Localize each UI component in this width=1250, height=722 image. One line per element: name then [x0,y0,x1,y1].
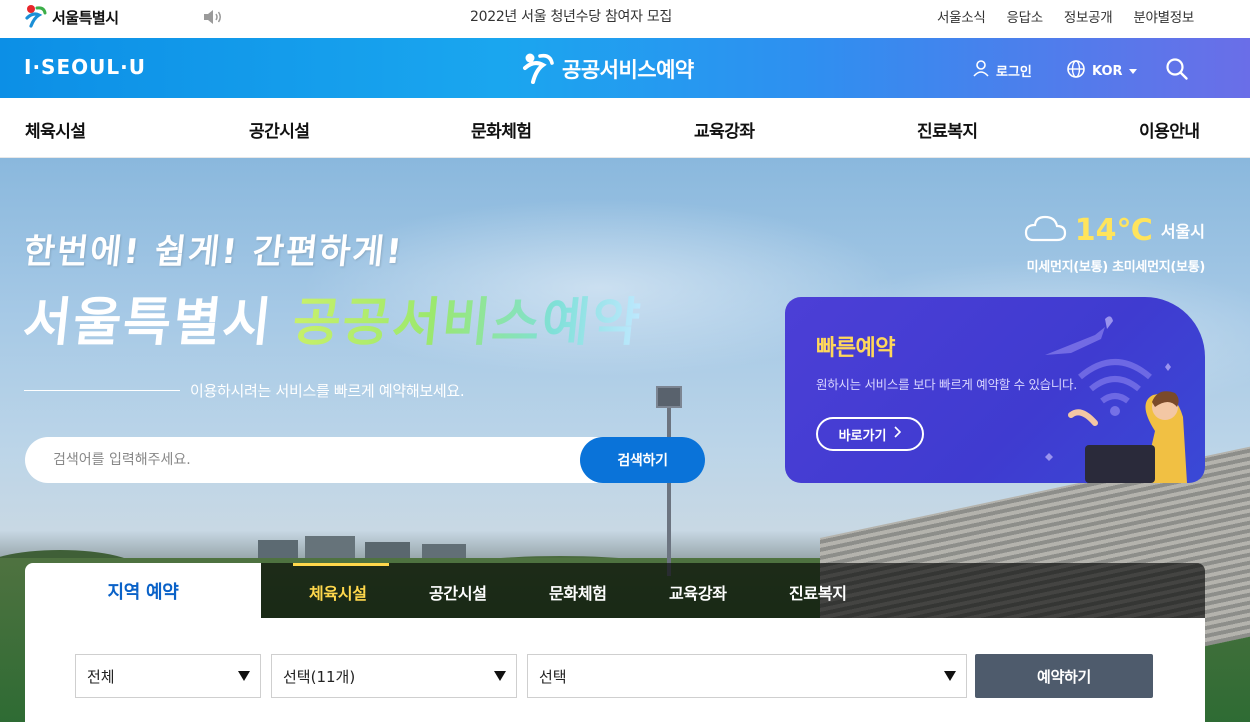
login-label: 로그인 [996,64,1032,80]
quick-go-label: 바로가기 [838,428,887,444]
region-reservation-form: 전체 선택(11개) 선택 예약하기 [25,618,1205,722]
main-nav: 체육시설 공간시설 문화체험 교육강좌 진료복지 이용안내 [0,98,1250,158]
tab-space-facility[interactable]: 공간시설 [429,580,487,604]
category-select-value: 선택(11개) [283,667,356,686]
reserve-button[interactable]: 예약하기 [975,654,1153,698]
tab-culture[interactable]: 문화체험 [549,580,607,604]
hero-light-pole [667,396,671,576]
site-header: I·SEOUL·U 공공서비스예약 로그인 KOR [0,38,1250,98]
tab-education[interactable]: 교육강좌 [669,580,727,604]
category-select[interactable]: 선택(11개) [271,654,517,698]
dropdown-arrow-icon [238,671,250,681]
cloud-icon [1023,213,1067,247]
quick-reservation-title: 빠른예약 [816,336,895,361]
quick-go-button[interactable]: 바로가기 [816,417,924,451]
hero-section: 한번에! 쉽게! 간편하게! 서울특별시 공공서비스예약 이용하시려는 서비스를… [0,158,1250,722]
toplink-info-disclosure[interactable]: 정보공개 [1064,6,1113,26]
toplink-seoul-news[interactable]: 서울소식 [937,6,986,26]
region-reservation-panel: 지역 예약 체육시설 공간시설 문화체험 교육강좌 진료복지 전체 선택(11개… [25,563,1205,722]
toplink-field-info[interactable]: 분야별정보 [1133,6,1194,26]
category-tabs: 체육시설 공간시설 문화체험 교육강좌 진료복지 [261,563,1205,618]
top-utility-bar: 서울특별시 2022년 서울 청년수당 참여자 모집 서울소식 응답소 정보공개… [0,0,1250,38]
iseoulu-logo[interactable]: I·SEOUL·U [24,55,146,79]
nav-education[interactable]: 교육강좌 [694,117,755,142]
service-logo-icon [522,50,556,88]
hero-search: 검색하기 [25,437,705,483]
dropdown-arrow-icon [494,671,506,681]
facility-select[interactable]: 선택 [527,654,967,698]
search-input[interactable] [53,448,573,472]
toplink-eungdapso[interactable]: 응답소 [1007,6,1044,26]
service-title: 공공서비스예약 [562,58,694,82]
language-selector[interactable]: KOR [1066,59,1137,83]
nav-guide[interactable]: 이용안내 [1139,117,1200,142]
weather-widget: 14℃ 서울시 미세먼지(보통) 초미세먼지(보통) [1023,210,1205,275]
nav-space-facility[interactable]: 공간시설 [249,117,310,142]
tab-medical-welfare[interactable]: 진료복지 [789,580,847,604]
chevron-right-icon [894,426,902,442]
language-label: KOR [1092,63,1123,79]
active-tab-indicator [293,563,389,566]
hero-subtitle-text: 이용하시려는 서비스를 빠르게 예약해보세요. [190,382,465,400]
hero-subtitle: 이용하시려는 서비스를 빠르게 예약해보세요. [24,380,465,401]
area-select-value: 전체 [87,667,115,686]
area-select[interactable]: 전체 [75,654,261,698]
facility-select-value: 선택 [539,667,567,686]
caret-down-icon [1128,64,1137,79]
tab-region-reservation[interactable]: 지역 예약 [25,563,261,618]
user-icon [972,59,990,81]
tab-sports-facility[interactable]: 체육시설 [309,580,367,604]
top-links: 서울소식 응답소 정보공개 분야별정보 [937,6,1194,26]
weather-temperature: 14℃ [1074,212,1153,248]
hero-light-pole [656,386,682,408]
nav-sports-facility[interactable]: 체육시설 [25,117,86,142]
weather-dust: 미세먼지(보통) 초미세먼지(보통) [1026,260,1206,275]
quick-reservation-illustration [1045,316,1187,483]
quick-reservation-card: 빠른예약 원하시는 서비스를 보다 빠르게 예약할 수 있습니다. 바로가기 [785,297,1205,483]
nav-culture[interactable]: 문화체험 [471,117,532,142]
login-button[interactable]: 로그인 [972,59,1032,81]
service-brand[interactable]: 공공서비스예약 [522,50,694,88]
hero-slogan-service: 공공서비스예약 [289,293,645,353]
subtitle-divider [24,390,180,391]
nav-medical-welfare[interactable]: 진료복지 [917,117,978,142]
hero-slogan-city: 서울특별시 [20,293,276,353]
dropdown-arrow-icon [944,671,956,681]
search-icon[interactable] [1165,57,1189,81]
weather-city: 서울시 [1160,222,1205,241]
globe-icon [1066,59,1086,83]
search-button[interactable]: 검색하기 [580,437,705,483]
hero-slogan-line1: 한번에! 쉽게! 간편하게! [21,232,406,272]
hero-slogan-line2: 서울특별시 공공서비스예약 [20,280,646,355]
